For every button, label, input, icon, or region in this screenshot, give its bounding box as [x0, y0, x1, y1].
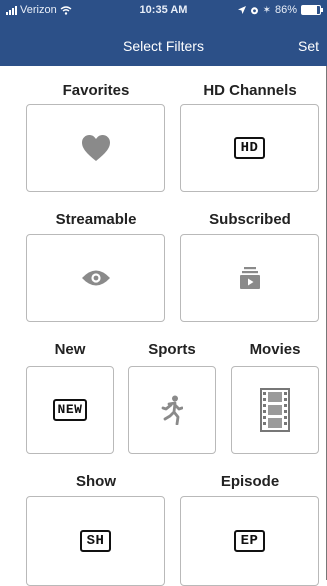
- new-badge-icon: NEW: [52, 399, 88, 421]
- filter-show-tile[interactable]: SH: [26, 496, 165, 586]
- top-bar: Verizon 10:35 AM ✶ 86% Select Filters Se…: [0, 0, 327, 66]
- label-hd-channels: HD Channels: [203, 82, 297, 99]
- alarm-icon: [250, 6, 258, 14]
- filter-favorites-tile[interactable]: [26, 104, 165, 192]
- hd-badge-icon: HD: [233, 137, 266, 159]
- status-bar: Verizon 10:35 AM ✶ 86%: [0, 0, 327, 22]
- runner-icon: [161, 395, 183, 425]
- label-new: New: [54, 341, 86, 358]
- label-show: Show: [76, 473, 116, 490]
- filter-subscribed-tile[interactable]: [180, 234, 319, 322]
- label-sports: Sports: [148, 341, 196, 358]
- battery-icon: [301, 5, 323, 15]
- ep-badge-icon: EP: [233, 530, 266, 552]
- heart-icon: [81, 135, 110, 161]
- label-subscribed: Subscribed: [209, 211, 291, 228]
- location-icon: [237, 6, 246, 14]
- filter-movies-tile[interactable]: [231, 366, 319, 454]
- label-streamable: Streamable: [55, 211, 137, 228]
- eye-icon: [81, 270, 110, 286]
- label-favorites: Favorites: [62, 82, 130, 99]
- filter-new-tile[interactable]: NEW: [26, 366, 114, 454]
- bluetooth-icon: ✶: [262, 4, 271, 16]
- filter-episode-tile[interactable]: EP: [180, 496, 319, 586]
- set-button[interactable]: Set: [298, 38, 319, 54]
- status-right: ✶ 86%: [237, 4, 323, 16]
- filter-sports-tile[interactable]: [128, 366, 216, 454]
- label-episode: Episode: [220, 473, 280, 490]
- filter-streamable-tile[interactable]: [26, 234, 165, 322]
- battery-percent: 86%: [274, 4, 297, 16]
- stack-icon: [239, 267, 260, 289]
- page-title: Select Filters: [123, 38, 204, 54]
- film-strip-icon: [260, 388, 290, 432]
- sh-badge-icon: SH: [79, 530, 112, 552]
- label-movies: Movies: [249, 341, 301, 358]
- filter-hd-channels-tile[interactable]: HD: [180, 104, 319, 192]
